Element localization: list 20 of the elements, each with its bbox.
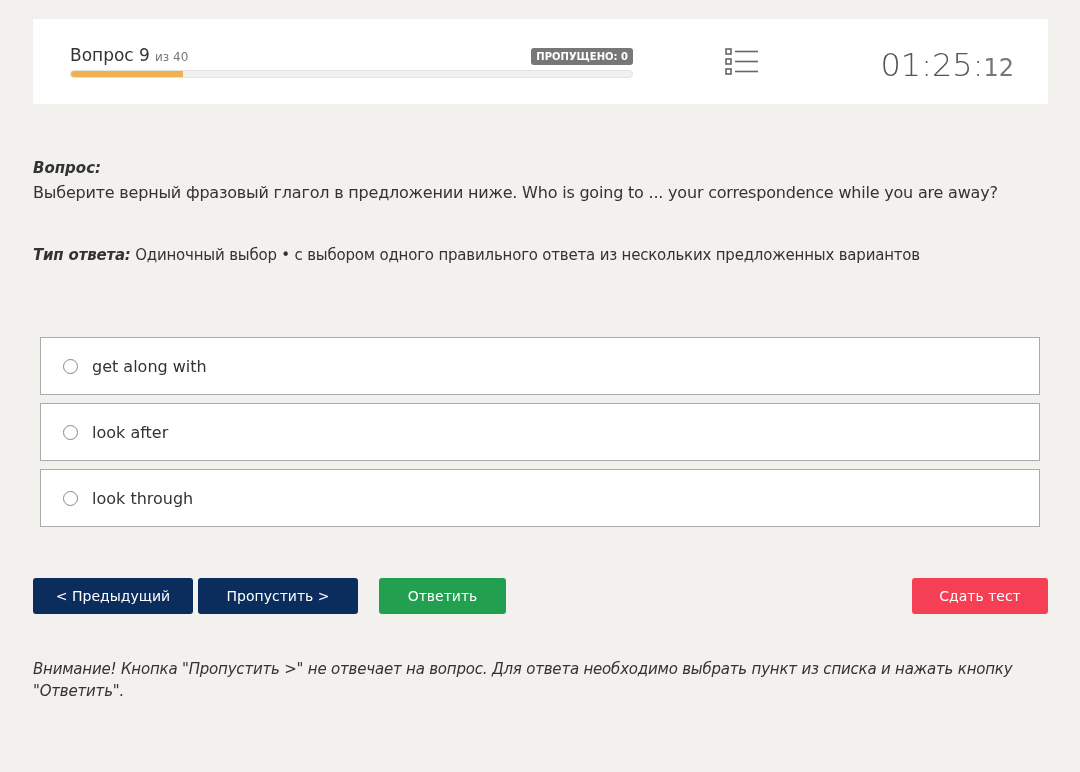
timer-seconds: 12	[983, 53, 1014, 82]
question-text: Выберите верный фразовый глагол в предложении ниже. Who is going to ... your correspondence while you are away?	[33, 183, 999, 202]
option-label: get along with	[92, 356, 207, 376]
answer-option[interactable]: look after	[40, 403, 1040, 461]
finish-test-button[interactable]: Сдать тест	[912, 578, 1048, 614]
answer-option[interactable]: get along with	[40, 337, 1040, 395]
answer-option[interactable]: look through	[40, 469, 1040, 527]
answer-type-label: Тип ответа:	[33, 246, 131, 264]
timer: 01:25:	[880, 45, 984, 84]
notice-text: Внимание! Кнопка "Пропустить >" не отвечает на вопрос. Для ответа необходимо выбрать пункт из списка и нажать кнопку "Ответить".	[33, 659, 1014, 702]
option-label: look through	[92, 488, 194, 508]
skipped-badge: ПРОПУЩЕНО: 0	[531, 48, 633, 65]
nav-button[interactable]: Пропустить >	[198, 578, 358, 614]
question-number: Вопрос 9	[70, 45, 150, 65]
list-icon[interactable]	[725, 46, 759, 77]
answer-type-value: Одиночный выбор • с выбором одного правильного ответа из нескольких предложенных вариантов	[135, 246, 920, 264]
nav-button[interactable]: < Предыдущий	[33, 578, 193, 614]
question-total: из 40	[155, 50, 189, 64]
option-label: look after	[92, 422, 169, 442]
question-heading: Вопрос:	[33, 159, 103, 177]
